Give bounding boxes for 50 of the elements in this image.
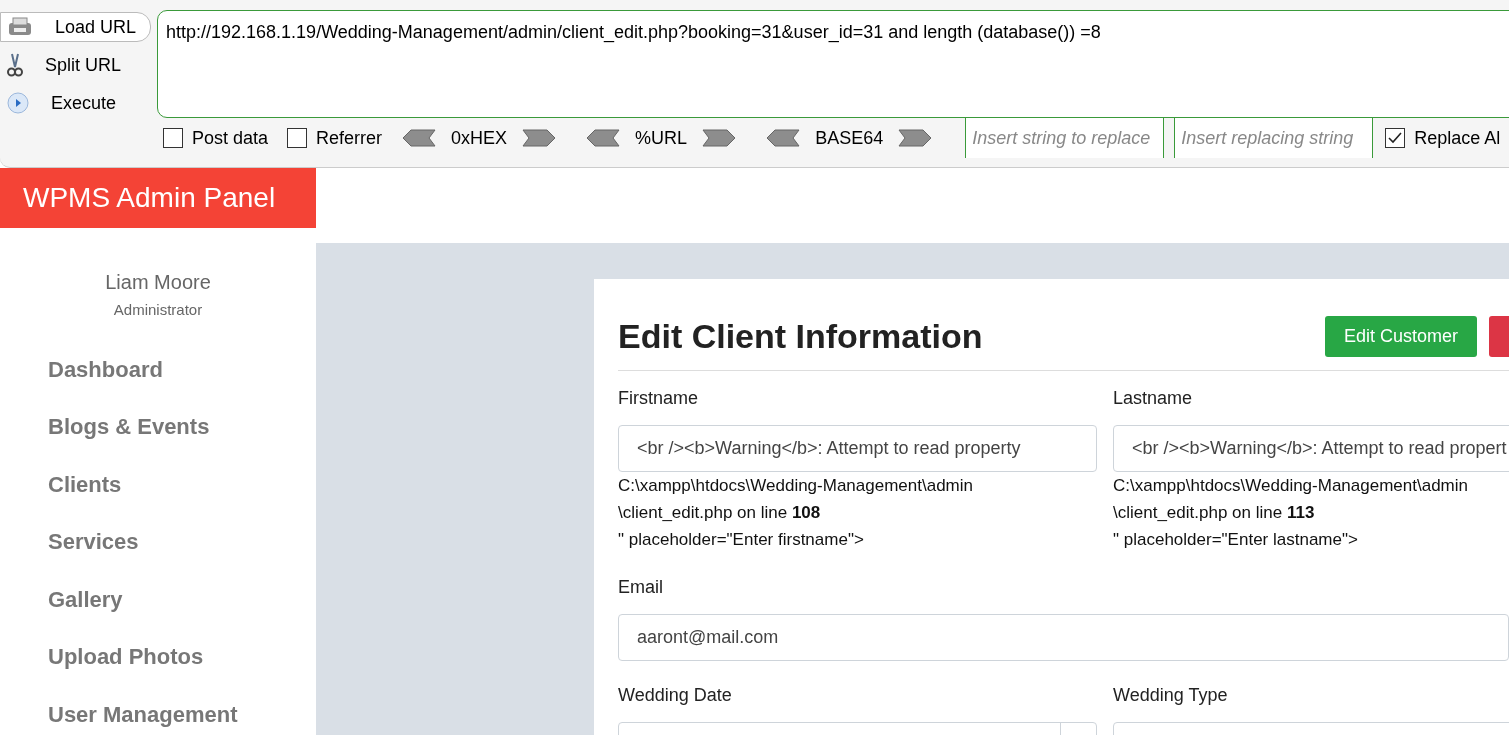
nav-link[interactable]: Dashboard [48,356,163,383]
field-label: Wedding Date [618,684,732,707]
left-arrow-icon[interactable] [585,129,622,147]
warning-text: \client_edit.php on line 113 [1113,502,1315,524]
nav-link[interactable]: Services [48,529,139,555]
field-label: Firstname [618,387,698,410]
checkbox[interactable] [287,128,308,148]
input-field[interactable]: <br /><b>Warning</b>: Attempt to read propert [1113,425,1509,472]
left-arrow-icon[interactable] [765,129,802,147]
warning-text: C:\xampp\htdocs\Wedding-Management\admin [1113,475,1468,497]
input-field[interactable]: aaront@mail.com [618,614,1509,661]
replace-with-field[interactable]: Insert replacing string [1174,118,1374,158]
warning-text: " placeholder="Enter lastname"> [1113,529,1358,551]
warning-text: C:\xampp\htdocs\Wedding-Management\admin [618,475,973,497]
encoder-label[interactable]: %URL [631,124,692,152]
field-label: Email [618,576,663,599]
brand-title[interactable]: WPMS Admin Panel [23,177,276,219]
user-name: Liam Moore [104,270,212,295]
nav-link[interactable]: User Management [48,701,238,728]
nav-link[interactable]: Gallery [48,586,123,613]
replace-field[interactable]: Insert string to replace [965,118,1165,158]
field-label: Lastname [1113,387,1193,410]
checkbox-label: Referrer [316,126,383,150]
check-icon [1388,132,1403,144]
input-field[interactable]: <br /><b>Warning</b>: Attempt to read property [618,425,1097,472]
printer-icon [7,16,33,38]
encoder-label[interactable]: BASE64 [811,124,888,152]
url-field[interactable]: http://192.168.1.19/Wedding-Management/admin/client_edit.php?booking=31&user_id=31 and length (database()) =8 [157,10,1509,118]
field-label: Wedding Type [1113,684,1228,707]
right-arrow-icon[interactable] [897,129,934,147]
checkbox[interactable] [1385,128,1406,148]
user-role: Administrator [112,300,204,320]
nav-link[interactable]: Upload Photos [48,644,204,670]
warning-text: \client_edit.php on line 108 [618,502,821,524]
right-arrow-icon[interactable] [521,129,558,147]
encoder-label[interactable]: 0xHEX [447,124,512,152]
play-circle-icon [7,92,29,114]
toolbar-button[interactable]: Execute [0,88,132,118]
nav-link[interactable]: Clients [48,471,122,498]
scissors-icon [7,53,23,77]
toolbar-button[interactable]: Load URL [0,12,152,42]
right-arrow-icon[interactable] [701,129,738,147]
page-title: Edit Client Information [618,315,983,357]
warning-text: " placeholder="Enter firstname"> [618,529,864,551]
nav-link[interactable]: Blogs & Events [48,414,210,440]
toolbar-button[interactable]: Split URL [0,50,137,80]
checkbox-label: Post data [192,126,269,150]
left-arrow-icon[interactable] [401,129,438,147]
checkbox-label: Replace Al [1414,126,1501,150]
checkbox[interactable] [163,128,183,148]
